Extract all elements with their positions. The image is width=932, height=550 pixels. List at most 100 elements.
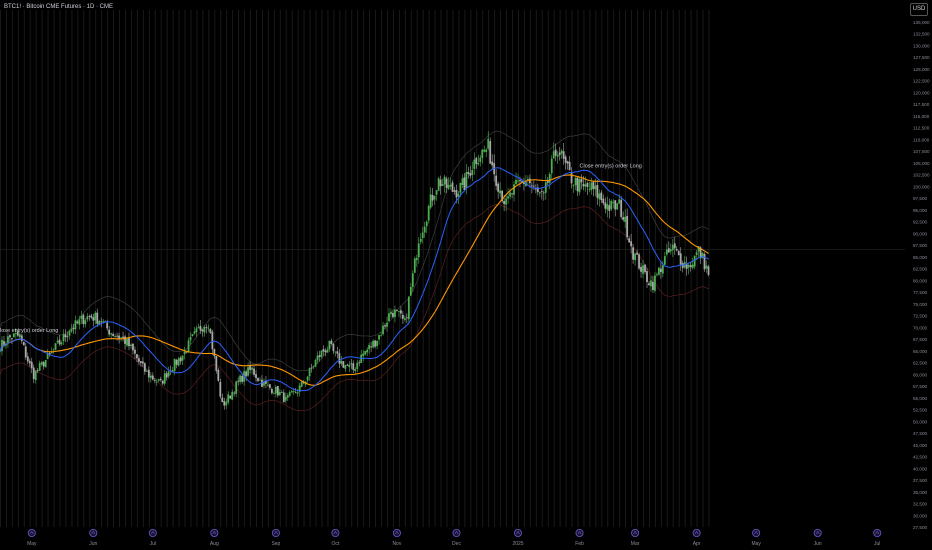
x-tick-label[interactable]: Sep [271,541,280,547]
y-tick-label[interactable]: 60,000 [913,372,927,377]
y-tick-label[interactable]: 117,500 [913,102,930,107]
event-marker-icon[interactable] [631,529,640,538]
candle[interactable] [658,266,660,277]
x-tick-label[interactable]: Aug [210,541,219,547]
x-tick-label[interactable]: May [27,541,37,547]
y-tick-label[interactable]: 55,000 [913,396,927,401]
candle[interactable] [616,202,619,210]
y-tick-label[interactable]: 45,000 [913,443,927,448]
event-marker-icon[interactable] [89,529,98,538]
y-tick-label[interactable]: 87,500 [913,243,927,248]
candle[interactable] [501,190,504,204]
event-marker-icon[interactable] [873,529,882,538]
event-marker-icon[interactable] [692,529,701,538]
y-tick-label[interactable]: 97,500 [913,196,927,201]
event-marker-icon[interactable] [752,529,761,538]
candle[interactable] [44,359,47,368]
x-tick-label[interactable]: Oct [332,541,340,547]
x-tick-label[interactable]: Feb [575,541,584,547]
y-tick-label[interactable]: 35,000 [913,490,927,495]
y-tick-label[interactable]: 27,500 [913,525,927,530]
y-tick-label[interactable]: 50,000 [913,419,927,424]
x-tick-label[interactable]: Jun [814,541,822,547]
y-tick-label[interactable]: 32,500 [913,502,927,507]
price-chart[interactable]: Close entry(s) order Long Close entry(s) … [0,0,932,550]
candle-body [475,157,478,164]
candle-body [217,369,220,381]
candle[interactable] [54,343,57,351]
y-tick-label[interactable]: 105,000 [913,161,930,166]
y-tick-label[interactable]: 85,000 [913,255,927,260]
y-tick-label[interactable]: 130,000 [913,43,930,48]
x-tick-label[interactable]: May [751,541,761,547]
y-tick-label[interactable]: 65,000 [913,349,927,354]
candle-body [54,343,57,350]
y-tick-label[interactable]: 112,500 [913,126,930,131]
event-marker-icon[interactable] [27,529,36,538]
candle-body [499,190,502,194]
y-tick-label[interactable]: 82,500 [913,267,927,272]
event-marker-icon[interactable] [575,529,584,538]
event-marker-icon[interactable] [331,529,340,538]
y-tick-label[interactable]: 100,000 [913,184,930,189]
y-tick-label[interactable]: 77,500 [913,290,927,295]
y-tick-label[interactable]: 107,500 [913,149,930,154]
y-tick-label[interactable]: 30,000 [913,513,927,518]
y-tick-label[interactable]: 115,000 [913,114,930,119]
vertical-stripe [559,10,561,527]
y-tick-label[interactable]: 132,500 [913,32,930,37]
y-tick-label[interactable]: 52,500 [913,408,927,413]
event-marker-icon[interactable] [271,529,280,538]
candle-body [425,221,428,227]
candle[interactable] [703,252,706,272]
y-tick-label[interactable]: 120,000 [913,90,930,95]
y-tick-label[interactable]: 125,000 [913,67,930,72]
event-marker-icon[interactable] [392,529,401,538]
y-tick-label[interactable]: 122,500 [913,79,930,84]
x-tick-label[interactable]: 2025 [512,541,523,547]
x-tick-label[interactable]: Dec [452,541,461,547]
y-tick-label[interactable]: 62,500 [913,361,927,366]
candle[interactable] [489,137,492,165]
candle[interactable] [437,176,440,191]
y-tick-label[interactable]: 90,000 [913,231,927,236]
y-tick-label[interactable]: 75,000 [913,302,927,307]
x-tick-label[interactable]: Apr [693,541,701,547]
y-tick-label[interactable]: 57,500 [913,384,927,389]
y-tick-label[interactable]: 110,000 [913,137,930,142]
y-tick-label[interactable]: 37,500 [913,478,927,483]
event-marker-icon[interactable] [813,529,822,538]
candle[interactable] [22,341,25,346]
event-marker-icon[interactable] [452,529,461,538]
candle[interactable] [638,252,640,271]
vertical-stripe [654,10,656,527]
y-tick-label[interactable]: 92,500 [913,220,927,225]
x-axis[interactable]: May Jun Jul Aug Sep Oct Nov Dec 2025 Feb Mar Apr May… [27,541,880,547]
vertical-stripe [214,10,216,527]
candle[interactable] [342,361,345,369]
x-tick-label[interactable]: Jun [89,541,97,547]
candle[interactable] [677,250,680,256]
candle-body [209,329,212,333]
y-tick-label[interactable]: 102,500 [913,173,930,178]
y-tick-label[interactable]: 72,500 [913,314,927,319]
event-marker-icon[interactable] [210,529,219,538]
y-tick-label[interactable]: 47,500 [913,431,927,436]
y-tick-label[interactable]: 70,000 [913,325,927,330]
event-marker-icon[interactable] [148,529,157,538]
y-tick-label[interactable]: 80,000 [913,278,927,283]
y-tick-label[interactable]: 135,000 [913,20,930,25]
event-marker-icon[interactable] [513,529,522,538]
y-tick-label[interactable]: 127,500 [913,55,930,60]
x-tick-label[interactable]: Jul [150,541,156,547]
candle-body [28,360,31,364]
y-tick-label[interactable]: 42,500 [913,455,927,460]
y-tick-label[interactable]: 67,500 [913,337,927,342]
x-tick-label[interactable]: Jul [874,541,880,547]
currency-button[interactable]: USD [910,3,928,16]
y-tick-label[interactable]: 95,000 [913,208,927,213]
x-tick-label[interactable]: Mar [631,541,640,547]
candle[interactable] [413,256,416,274]
x-tick-label[interactable]: Nov [392,541,401,547]
y-tick-label[interactable]: 40,000 [913,466,927,471]
